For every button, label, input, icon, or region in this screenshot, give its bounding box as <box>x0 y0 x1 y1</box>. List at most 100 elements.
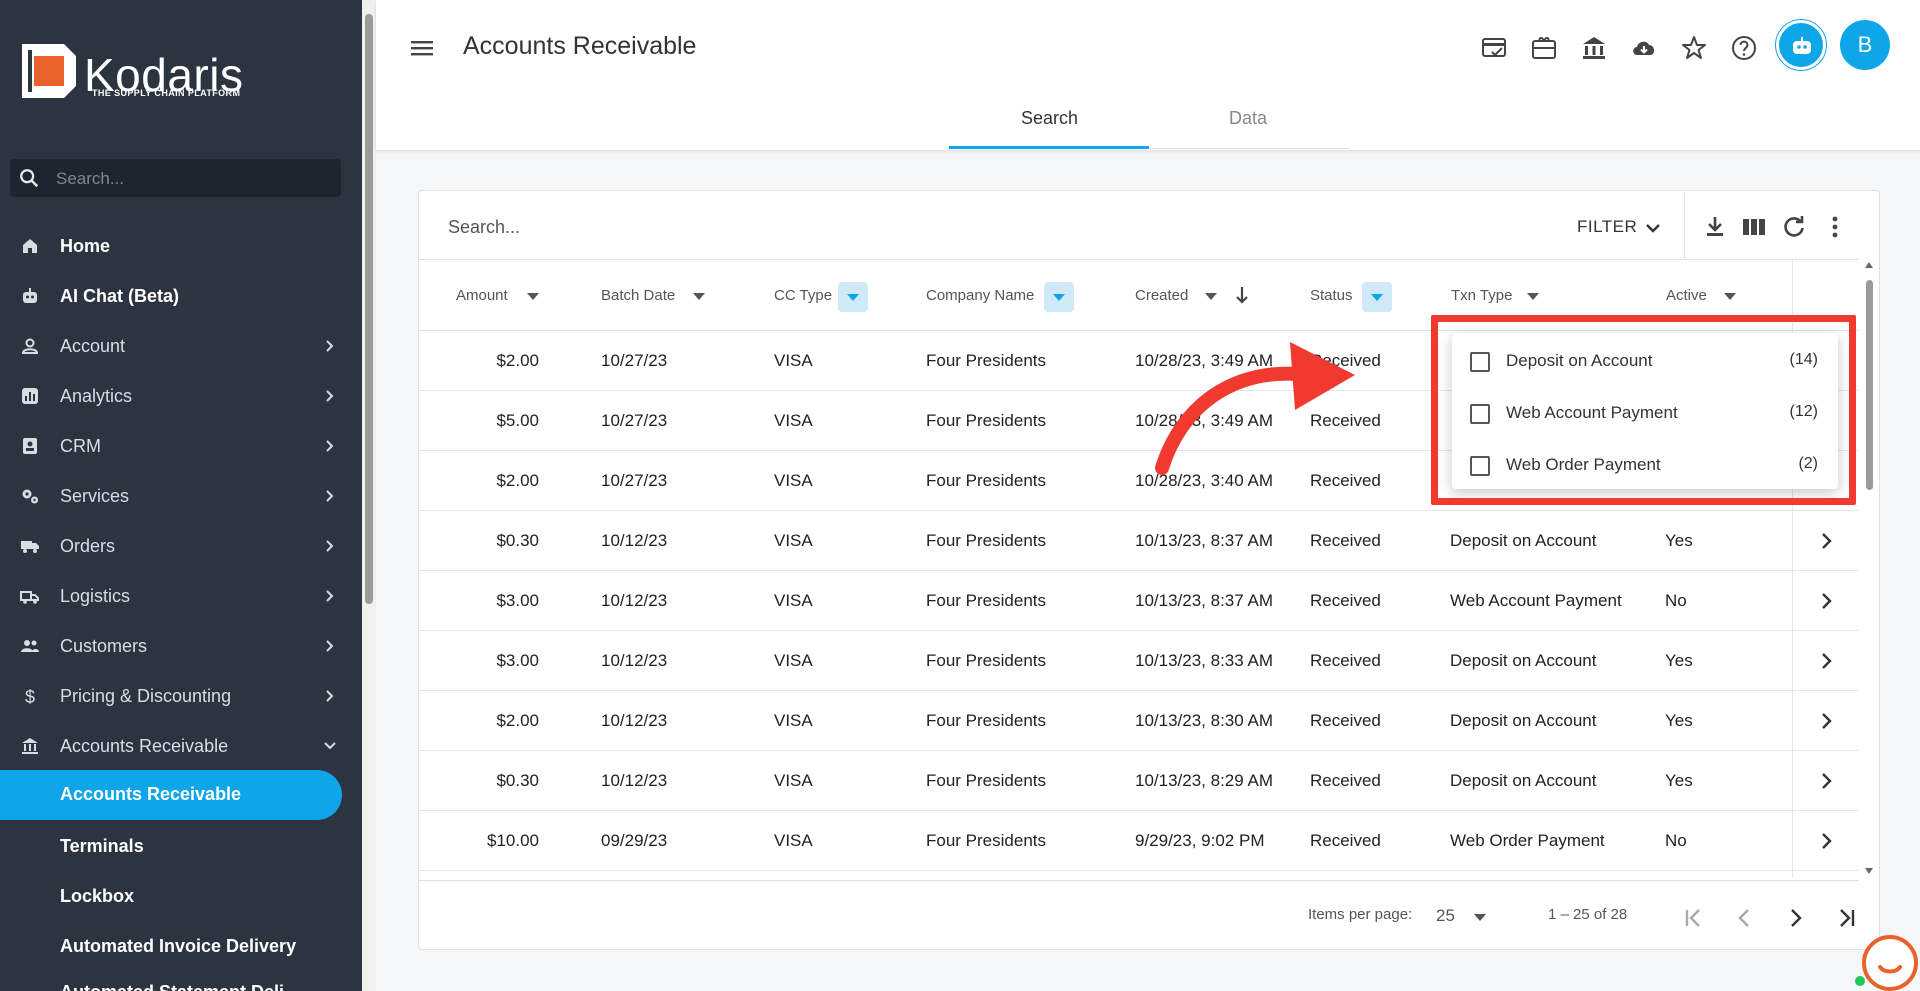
column-header-status[interactable]: Status <box>1310 287 1353 304</box>
avatar[interactable]: B <box>1840 20 1890 70</box>
tab-search[interactable]: Search <box>1021 108 1078 129</box>
sidebar-item-analytics[interactable]: Analytics <box>0 371 362 421</box>
sidebar-item-orders[interactable]: Orders <box>0 521 362 571</box>
dropdown-arrow-icon[interactable] <box>1526 291 1540 301</box>
chevron-right-icon <box>326 640 334 652</box>
table-row[interactable]: $2.00 10/12/23 VISA Four Presidents 10/13/23… <box>419 691 1859 751</box>
column-header-active[interactable]: Active <box>1666 287 1707 304</box>
bank-icon[interactable] <box>1580 34 1608 62</box>
table-row[interactable]: $10.00 09/29/23 VISA Four Presidents 9/29/23… <box>419 811 1859 871</box>
cell-status: Received <box>1310 771 1381 790</box>
column-header-txn-type[interactable]: Txn Type <box>1451 287 1512 304</box>
sidebar-subitem-lockbox[interactable]: Lockbox <box>60 886 134 907</box>
chevron-right-icon <box>326 690 334 702</box>
cell-status: Received <box>1310 531 1381 550</box>
page-size-select[interactable]: 25 <box>1436 906 1455 926</box>
download-icon[interactable] <box>1702 214 1728 240</box>
sidebar-item-label: Accounts Receivable <box>60 736 229 756</box>
columns-icon[interactable] <box>1741 214 1767 240</box>
sidebar-search-input[interactable]: Search... <box>10 159 341 197</box>
sidebar-item-pricing[interactable]: $ Pricing & Discounting <box>0 671 362 721</box>
dropdown-arrow-icon[interactable] <box>1473 912 1487 922</box>
help-icon[interactable] <box>1730 34 1758 62</box>
column-header-cc-type[interactable]: CC Type <box>774 287 832 304</box>
sidebar-item-customers[interactable]: Customers <box>0 621 362 671</box>
dropdown-arrow-icon[interactable] <box>692 291 706 301</box>
table-row[interactable]: $0.30 10/12/23 VISA Four Presidents 10/13/23… <box>419 751 1859 811</box>
chevron-right-icon[interactable] <box>1816 531 1836 551</box>
sidebar-scrollbar-thumb[interactable] <box>365 14 373 604</box>
column-filter-active[interactable] <box>1362 282 1392 312</box>
chevron-right-icon <box>326 490 334 502</box>
cell-batch-date: 10/27/23 <box>601 411 668 430</box>
previous-page-icon[interactable] <box>1732 905 1758 931</box>
chevron-right-icon[interactable] <box>1816 831 1836 851</box>
sidebar-subitem-accounts-receivable[interactable]: Accounts Receivable <box>0 770 342 820</box>
scroll-up-icon[interactable] <box>1865 262 1873 268</box>
dropdown-arrow-icon[interactable] <box>1204 291 1218 301</box>
column-header-created[interactable]: Created <box>1135 287 1188 304</box>
sidebar-item-label: Customers <box>60 636 148 656</box>
chevron-right-icon[interactable] <box>1816 591 1836 611</box>
next-page-icon[interactable] <box>1782 905 1808 931</box>
scroll-down-icon[interactable] <box>1865 868 1873 874</box>
chevron-right-icon[interactable] <box>1816 711 1836 731</box>
sidebar-subitem-statement-delivery[interactable]: Automated Statement Deli... <box>60 982 299 991</box>
cloud-download-icon[interactable] <box>1630 34 1658 62</box>
refresh-icon[interactable] <box>1781 214 1807 240</box>
table-search-input[interactable]: Search... <box>448 217 520 238</box>
cell-active: Yes <box>1665 771 1693 790</box>
table-row[interactable]: $3.00 10/12/23 VISA Four Presidents 10/13/23… <box>419 571 1859 631</box>
star-icon[interactable] <box>1680 34 1708 62</box>
chevron-right-icon[interactable] <box>1816 651 1836 671</box>
cell-status: Received <box>1310 591 1381 610</box>
annotation-arrow-icon <box>1155 342 1355 475</box>
first-page-icon[interactable] <box>1682 905 1708 931</box>
ai-assistant-button[interactable] <box>1776 20 1826 70</box>
dropdown-arrow-icon[interactable] <box>1723 291 1737 301</box>
menu-icon[interactable] <box>410 36 434 60</box>
sidebar-item-account[interactable]: Account <box>0 321 362 371</box>
column-header-company-name[interactable]: Company Name <box>926 287 1034 304</box>
column-filter-active[interactable] <box>1044 282 1074 312</box>
column-header-amount[interactable]: Amount <box>456 287 508 304</box>
card-check-icon[interactable] <box>1480 34 1508 62</box>
table-scrollbar-thumb[interactable] <box>1866 280 1873 490</box>
page-title: Accounts Receivable <box>463 32 697 60</box>
sort-descending-icon[interactable] <box>1234 285 1250 305</box>
sidebar-subitem-invoice-delivery[interactable]: Automated Invoice Delivery <box>60 936 296 957</box>
sidebar-item-ai-chat[interactable]: AI Chat (Beta) <box>0 271 362 321</box>
gift-card-icon[interactable] <box>1530 34 1558 62</box>
more-vert-icon[interactable] <box>1822 214 1848 240</box>
cell-cc-type: VISA <box>774 771 813 790</box>
cell-amount: $3.00 <box>496 591 539 610</box>
brand-tagline: THE SUPPLY CHAIN PLATFORM <box>92 88 241 98</box>
home-icon <box>23 239 37 253</box>
table-row[interactable]: $0.30 10/12/23 VISA Four Presidents 10/13/23… <box>419 511 1859 571</box>
cell-cc-type: VISA <box>774 531 813 550</box>
cell-created: 9/29/23, 9:02 PM <box>1135 831 1265 850</box>
cell-batch-date: 10/12/23 <box>601 771 668 790</box>
logo[interactable]: Kodaris THE SUPPLY CHAIN PLATFORM <box>0 0 362 150</box>
kodaris-logo-icon <box>22 44 76 98</box>
cell-created: 10/13/23, 8:29 AM <box>1135 771 1273 790</box>
sidebar-item-home[interactable]: Home <box>0 221 362 271</box>
chevron-down-icon[interactable] <box>1644 219 1662 237</box>
gears-icon <box>22 489 38 504</box>
tab-data[interactable]: Data <box>1229 108 1267 129</box>
column-header-batch-date[interactable]: Batch Date <box>601 287 675 304</box>
sidebar-item-logistics[interactable]: Logistics <box>0 571 362 621</box>
filter-button[interactable]: FILTER <box>1577 217 1637 237</box>
sidebar-item-accounts-receivable[interactable]: Accounts Receivable <box>0 721 362 771</box>
sidebar-item-services[interactable]: Services <box>0 471 362 521</box>
support-chat-icon[interactable] <box>1854 927 1918 991</box>
cell-active: No <box>1665 831 1687 850</box>
cell-batch-date: 09/29/23 <box>601 831 668 850</box>
cell-amount: $2.00 <box>496 711 539 730</box>
sidebar-subitem-terminals[interactable]: Terminals <box>60 836 144 857</box>
table-row[interactable]: $3.00 10/12/23 VISA Four Presidents 10/13/23… <box>419 631 1859 691</box>
sidebar-item-crm[interactable]: CRM <box>0 421 362 471</box>
chevron-right-icon[interactable] <box>1816 771 1836 791</box>
dropdown-arrow-icon[interactable] <box>526 291 540 301</box>
column-filter-active[interactable] <box>838 282 868 312</box>
